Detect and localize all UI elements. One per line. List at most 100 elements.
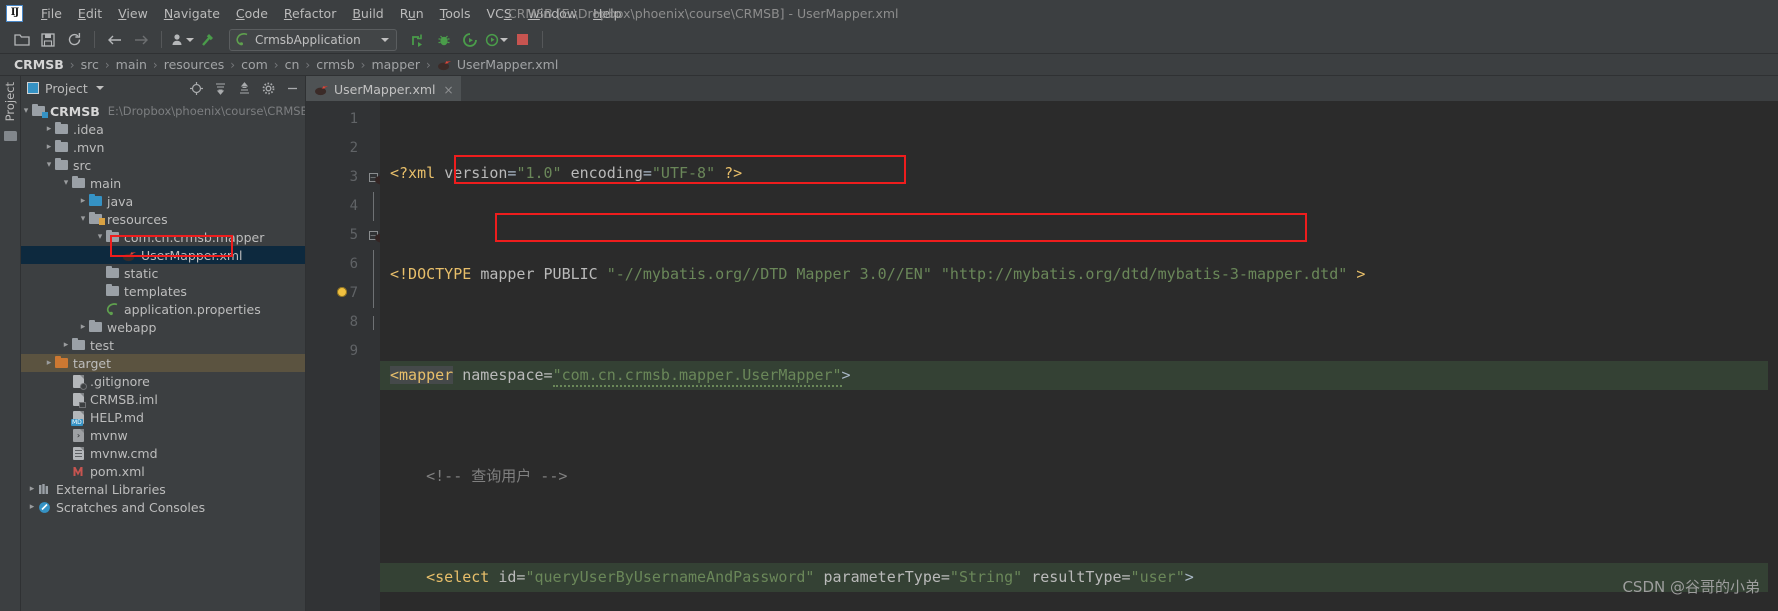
tree-node-webapp[interactable]: ▸ webapp	[21, 318, 305, 336]
token-doctype-id: "-//mybatis.org//DTD Mapper 3.0//EN"	[606, 265, 932, 283]
libraries-icon	[39, 484, 48, 494]
tree-expand-arrow[interactable]: ▸	[27, 502, 37, 512]
tree-node-external-libraries[interactable]: ▸ External Libraries	[21, 480, 305, 498]
build-hammer-icon[interactable]	[196, 29, 220, 51]
collapse-all-icon[interactable]	[235, 79, 253, 97]
code-content[interactable]: <?xml version="1.0" encoding="UTF-8" ?> …	[380, 101, 1778, 611]
breadcrumb-item-6[interactable]: crmsb	[310, 57, 360, 72]
token-resulttype-value: "user"	[1130, 568, 1185, 586]
tree-expand-arrow[interactable]: ▸	[44, 358, 54, 368]
token-id-value: "queryUserByUsernameAndPassword"	[525, 568, 815, 586]
tree-expand-arrow[interactable]: ▸	[78, 196, 88, 206]
token-namespace-value: "com.cn.crmsb.mapper.UserMapper"	[552, 366, 842, 387]
intention-bulb-icon[interactable]	[337, 287, 347, 297]
hide-icon[interactable]	[283, 79, 301, 97]
breadcrumb-item-5[interactable]: cn	[279, 57, 306, 72]
tree-expand-arrow[interactable]: ▸	[44, 142, 54, 152]
tree-expand-arrow[interactable]: ▾	[78, 214, 88, 224]
breadcrumb-item-2[interactable]: main	[110, 57, 153, 72]
locate-icon[interactable]	[187, 79, 205, 97]
tree-expand-arrow[interactable]: ▾	[61, 178, 71, 188]
tree-node-label: templates	[124, 283, 187, 299]
tree-node-mvnw-cmd[interactable]: mvnw.cmd	[21, 444, 305, 462]
project-tree[interactable]: ▾ CRMSB E:\Dropbox\phoenix\course\CRMSB ▸ .i…	[21, 100, 305, 611]
tree-node-mvnw[interactable]: › mvnw	[21, 426, 305, 444]
menu-item-build[interactable]: Build	[344, 4, 391, 23]
fold-bar	[366, 279, 380, 308]
code-line-3: <mapper namespace="com.cn.crmsb.mapper.U…	[380, 361, 1778, 390]
tool-window-button-project[interactable]: Project	[3, 82, 17, 121]
menu-item-edit[interactable]: Edit	[70, 4, 110, 23]
tree-node-test[interactable]: ▸ test	[21, 336, 305, 354]
tree-expand-arrow[interactable]: ▸	[78, 322, 88, 332]
tree-node-crmsb[interactable]: ▾ CRMSB E:\Dropbox\phoenix\course\CRMSB	[21, 102, 305, 120]
tree-node-target[interactable]: ▸ target	[21, 354, 305, 372]
structure-icon[interactable]	[3, 131, 17, 142]
menu-item-tools[interactable]: Tools	[432, 4, 479, 23]
stop-icon[interactable]	[510, 29, 534, 51]
tree-node-mvn[interactable]: ▸ .mvn	[21, 138, 305, 156]
editor-area: UserMapper.xml × 1 2 3 4 5 6 7 8 9 − − <…	[306, 76, 1778, 611]
back-arrow-icon[interactable]	[103, 29, 127, 51]
line-number: 9	[349, 343, 358, 359]
menu-item-refactor[interactable]: Refactor	[276, 4, 344, 23]
tree-node-idea[interactable]: ▸ .idea	[21, 120, 305, 138]
tree-node-pom-xml[interactable]: pom.xml	[21, 462, 305, 480]
tree-node-templates[interactable]: templates	[21, 282, 305, 300]
menu-item-navigate[interactable]: Navigate	[156, 4, 228, 23]
menu-item-view[interactable]: View	[110, 4, 156, 23]
tree-node-src[interactable]: ▾ src	[21, 156, 305, 174]
breadcrumb-item-0[interactable]: CRMSB	[8, 57, 70, 72]
menu-item-file[interactable]: File	[33, 4, 70, 23]
close-icon[interactable]: ×	[444, 83, 454, 97]
tree-expand-arrow[interactable]: ▸	[61, 340, 71, 350]
window-title: CRMSB [E:\Dropbox\phoenix\course\CRMSB] …	[508, 5, 899, 21]
tree-node-crmsb-iml[interactable]: CRMSB.iml	[21, 390, 305, 408]
breadcrumb-item-1[interactable]: src	[75, 57, 105, 72]
menu-item-code[interactable]: Code	[228, 4, 276, 23]
token-select-close: >	[1184, 568, 1194, 586]
tree-expand-arrow[interactable]: ▾	[95, 232, 105, 242]
run-with-coverage-icon[interactable]	[458, 29, 482, 51]
mybatis-file-icon	[315, 86, 328, 96]
breadcrumb-item-4[interactable]: com	[235, 57, 274, 72]
expand-all-icon[interactable]	[211, 79, 229, 97]
editor-vertical-scrollbar[interactable]	[1768, 101, 1778, 611]
tree-node-gitignore[interactable]: .gitignore	[21, 372, 305, 390]
token-xml-open: <?xml	[390, 164, 436, 182]
tree-node-label: resources	[107, 211, 168, 227]
tree-node-label: static	[124, 265, 159, 281]
chevron-down-icon-project[interactable]	[95, 86, 104, 90]
breadcrumb-item-8[interactable]: UserMapper.xml	[457, 57, 559, 72]
run-configuration-selector[interactable]: CrmsbApplication	[229, 28, 397, 51]
breadcrumb-item-7[interactable]: mapper	[365, 57, 426, 72]
tree-node-main[interactable]: ▾ main	[21, 174, 305, 192]
tree-node-usermapper-xml[interactable]: UserMapper.xml	[21, 246, 305, 264]
tree-node-label: com.cn.crmsb.mapper	[124, 229, 265, 245]
tree-expand-arrow[interactable]: ▾	[21, 106, 31, 116]
tree-node-help-md[interactable]: MD HELP.md	[21, 408, 305, 426]
menu-item-run[interactable]: Run	[392, 4, 432, 23]
tree-node-application-properties[interactable]: application.properties	[21, 300, 305, 318]
code-editor[interactable]: 1 2 3 4 5 6 7 8 9 − − <?xml version="1.0…	[306, 101, 1778, 611]
breadcrumb-item-3[interactable]: resources	[158, 57, 231, 72]
settings-gear-icon[interactable]	[259, 79, 277, 97]
tree-node-static[interactable]: static	[21, 264, 305, 282]
debug-bug-icon[interactable]	[432, 29, 456, 51]
profiler-icon[interactable]	[484, 29, 508, 51]
tree-node-java[interactable]: ▸ java	[21, 192, 305, 210]
tree-node-scratches-and-consoles[interactable]: ▸ Scratches and Consoles	[21, 498, 305, 516]
editor-tab-usermapper[interactable]: UserMapper.xml ×	[306, 76, 461, 101]
tree-expand-arrow[interactable]: ▾	[44, 160, 54, 170]
open-folder-icon[interactable]	[10, 29, 34, 51]
save-all-icon[interactable]	[36, 29, 60, 51]
refresh-icon[interactable]	[62, 29, 86, 51]
user-profile-icon[interactable]	[170, 29, 194, 51]
tree-node-resources[interactable]: ▾ resources	[21, 210, 305, 228]
tree-node-com-cn-crmsb-mapper[interactable]: ▾ com.cn.crmsb.mapper	[21, 228, 305, 246]
token-attr-version: version	[444, 164, 508, 182]
run-icon[interactable]	[406, 29, 430, 51]
tree-expand-arrow[interactable]: ▸	[27, 484, 37, 494]
forward-arrow-icon[interactable]	[129, 29, 153, 51]
tree-expand-arrow[interactable]: ▸	[44, 124, 54, 134]
